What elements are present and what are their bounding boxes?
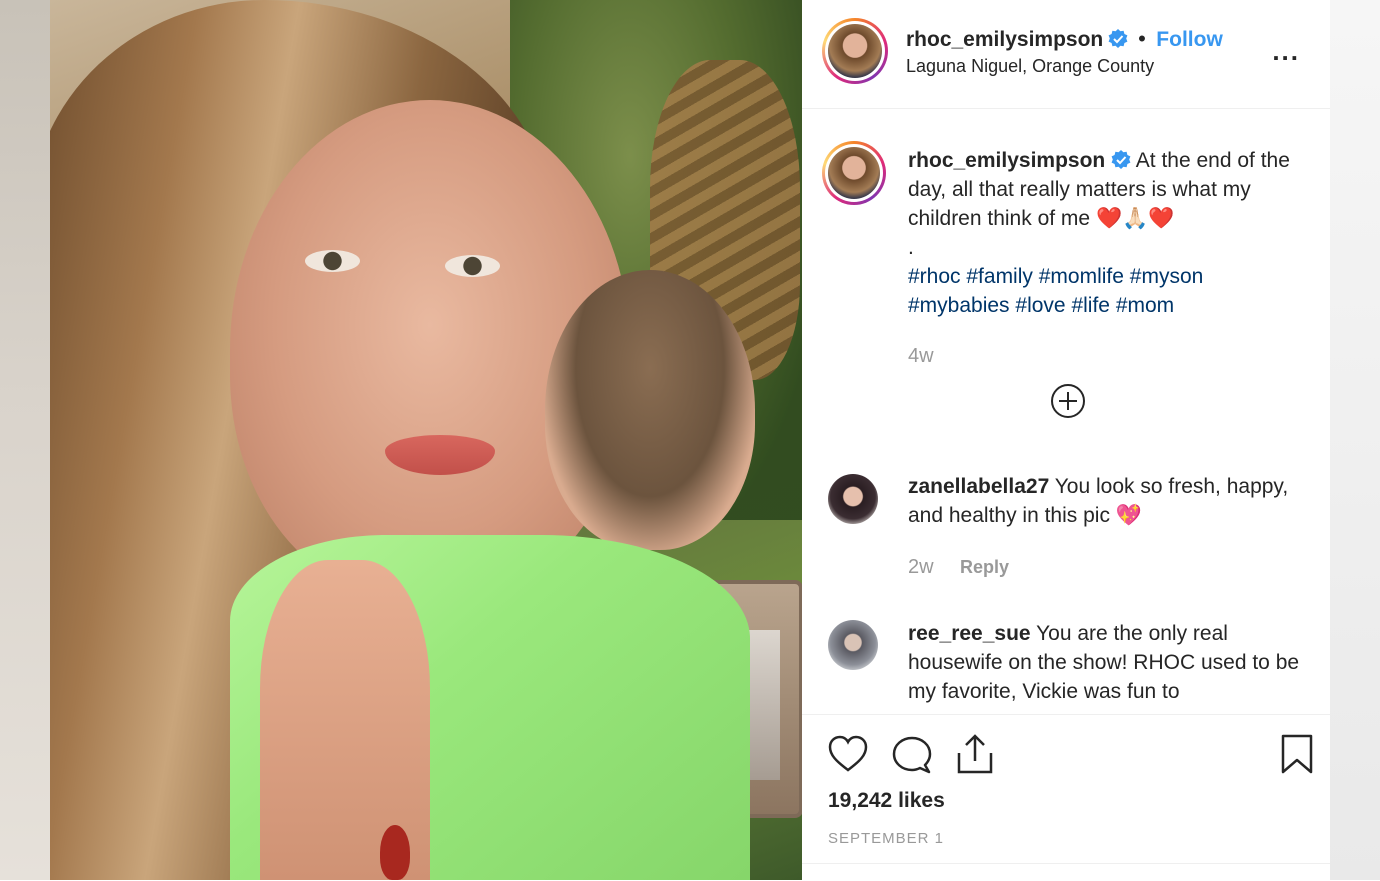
red-nail xyxy=(380,825,410,880)
child-head xyxy=(545,270,755,550)
comment-icon[interactable] xyxy=(892,735,932,775)
hashtag[interactable]: #mom xyxy=(1116,294,1174,317)
follow-button[interactable]: Follow xyxy=(1156,28,1223,51)
hashtag[interactable]: #mybabies xyxy=(908,294,1010,317)
caption-avatar[interactable] xyxy=(822,141,886,205)
hashtag[interactable]: #momlife xyxy=(1039,265,1124,288)
hashtag[interactable]: #rhoc xyxy=(908,265,961,288)
bookmark-icon[interactable] xyxy=(1280,733,1314,775)
comment-username[interactable]: ree_ree_sue xyxy=(908,622,1031,645)
comment-emoji: 💖 xyxy=(1115,504,1142,527)
page-background-right xyxy=(1330,0,1380,880)
comment-2: ree_ree_sue You are the only real housew… xyxy=(908,619,1308,711)
heart-icon[interactable] xyxy=(828,735,868,773)
hashtag-list: #rhoc #family #momlife #myson #mybabies … xyxy=(908,262,1308,320)
hashtag[interactable]: #myson xyxy=(1130,265,1204,288)
verified-badge-icon xyxy=(1108,29,1128,48)
post-photo[interactable] xyxy=(50,0,802,880)
commenter-avatar[interactable] xyxy=(828,620,878,670)
caption-dot: . xyxy=(908,236,914,259)
eye-left xyxy=(305,250,360,272)
comment-age[interactable]: 2w xyxy=(908,556,934,578)
hashtag[interactable]: #family xyxy=(966,265,1033,288)
post-location[interactable]: Laguna Niguel, Orange County xyxy=(906,56,1154,77)
share-icon[interactable] xyxy=(955,733,995,775)
hashtag[interactable]: #life xyxy=(1071,294,1110,317)
comment-1-meta: 2w Reply xyxy=(908,556,1009,579)
more-options-icon[interactable]: ... xyxy=(1272,36,1300,67)
likes-count[interactable]: 19,242 likes xyxy=(828,789,945,813)
caption-emoji: ❤️🙏🏻❤️ xyxy=(1095,207,1175,230)
post-panel: rhoc_emilysimpson • Follow Laguna Niguel… xyxy=(802,0,1330,880)
author-username[interactable]: rhoc_emilysimpson xyxy=(906,28,1103,51)
caption-username[interactable]: rhoc_emilysimpson xyxy=(908,149,1105,172)
caption: rhoc_emilysimpson At the end of the day,… xyxy=(908,146,1308,320)
page-background-left xyxy=(0,0,50,880)
author-avatar[interactable] xyxy=(822,18,888,84)
hashtag[interactable]: #love xyxy=(1015,294,1065,317)
comment-1: zanellabella27 You look so fresh, happy,… xyxy=(908,472,1308,530)
post-header: rhoc_emilysimpson • Follow Laguna Niguel… xyxy=(802,0,1330,109)
commenter-avatar[interactable] xyxy=(828,474,878,524)
eye-right xyxy=(445,255,500,277)
verified-badge-icon xyxy=(1111,150,1131,169)
comment-username[interactable]: zanellabella27 xyxy=(908,475,1049,498)
header-title-row: rhoc_emilysimpson • Follow xyxy=(906,26,1223,52)
post-actions: 19,242 likes SEPTEMBER 1 xyxy=(802,714,1330,881)
load-more-comments-icon[interactable] xyxy=(1050,383,1086,419)
post-date[interactable]: SEPTEMBER 1 xyxy=(828,830,944,847)
separator-dot: • xyxy=(1138,26,1146,51)
divider xyxy=(802,863,1330,864)
reply-button[interactable]: Reply xyxy=(960,557,1009,577)
caption-age[interactable]: 4w xyxy=(908,345,934,368)
